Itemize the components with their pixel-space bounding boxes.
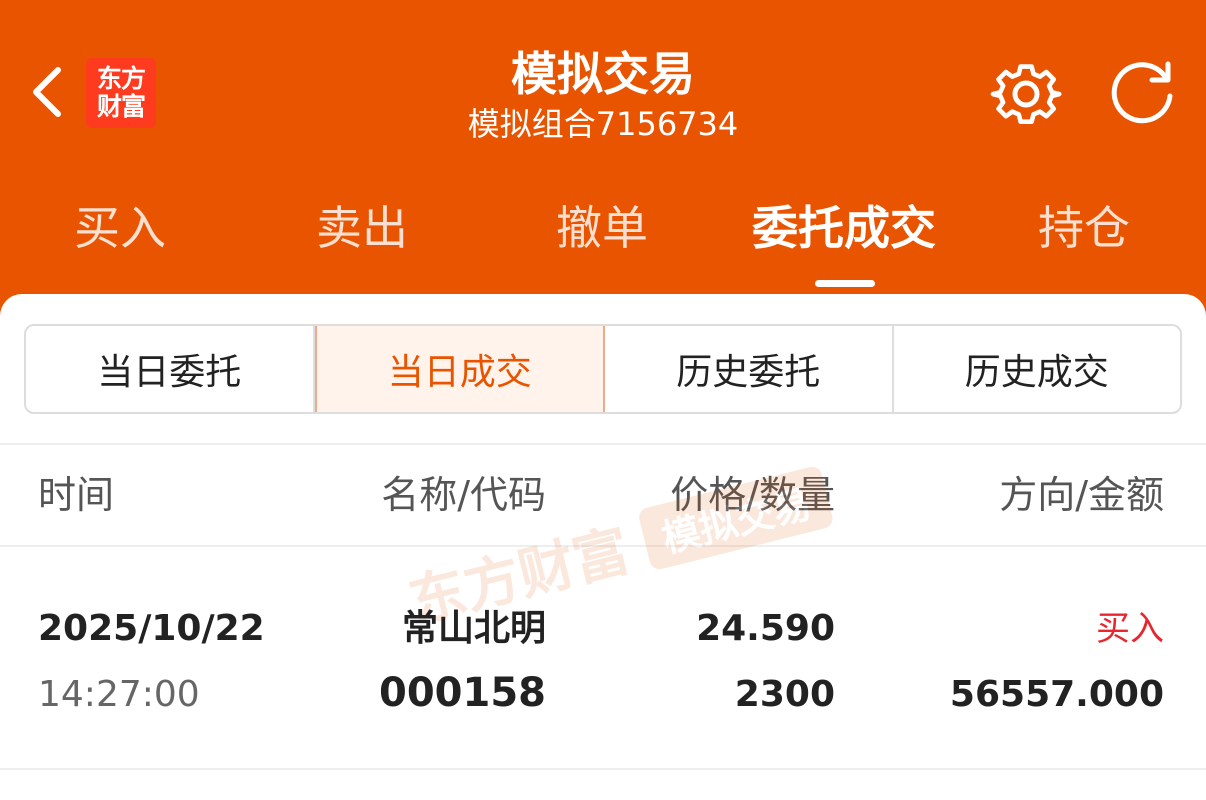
segment-history-trades[interactable]: 历史成交 [894, 326, 1181, 412]
column-header-direction-amount: 方向/金额 [999, 473, 1164, 517]
trade-direction: 买入 [1096, 609, 1164, 649]
settings-button[interactable] [990, 58, 1062, 130]
divider-header [0, 545, 1206, 547]
column-header-price-qty: 价格/数量 [670, 473, 835, 517]
trade-amount: 56557.000 [949, 674, 1164, 715]
divider-row [0, 768, 1206, 770]
stock-name: 常山北明 [401, 608, 546, 649]
trade-quantity: 2300 [734, 674, 835, 715]
trade-date: 2025/10/22 [38, 608, 265, 649]
main-tabs: 买入 卖出 撤单 委托成交 持仓 [0, 190, 1206, 270]
tab-buy[interactable]: 买入 [0, 190, 240, 266]
divider-top [0, 443, 1206, 445]
refresh-button[interactable] [1106, 56, 1178, 128]
segment-today-orders[interactable]: 当日委托 [26, 326, 315, 412]
segmented-control: 当日委托 当日成交 历史委托 历史成交 [24, 324, 1182, 414]
segment-history-orders[interactable]: 历史委托 [605, 326, 894, 412]
gear-icon [990, 64, 1062, 125]
segment-today-trades[interactable]: 当日成交 [314, 326, 605, 412]
active-tab-indicator [815, 280, 875, 287]
refresh-icon [1111, 61, 1173, 124]
column-header-time: 时间 [38, 473, 115, 517]
tab-positions[interactable]: 持仓 [964, 190, 1204, 266]
column-header-name-code: 名称/代码 [381, 473, 546, 517]
trade-price: 24.590 [696, 608, 835, 649]
tab-cancel-order[interactable]: 撤单 [482, 190, 722, 266]
trade-time: 14:27:00 [38, 674, 200, 715]
tab-orders-trades[interactable]: 委托成交 [724, 190, 964, 266]
stock-code: 000158 [379, 670, 546, 716]
tab-sell[interactable]: 卖出 [242, 190, 482, 266]
